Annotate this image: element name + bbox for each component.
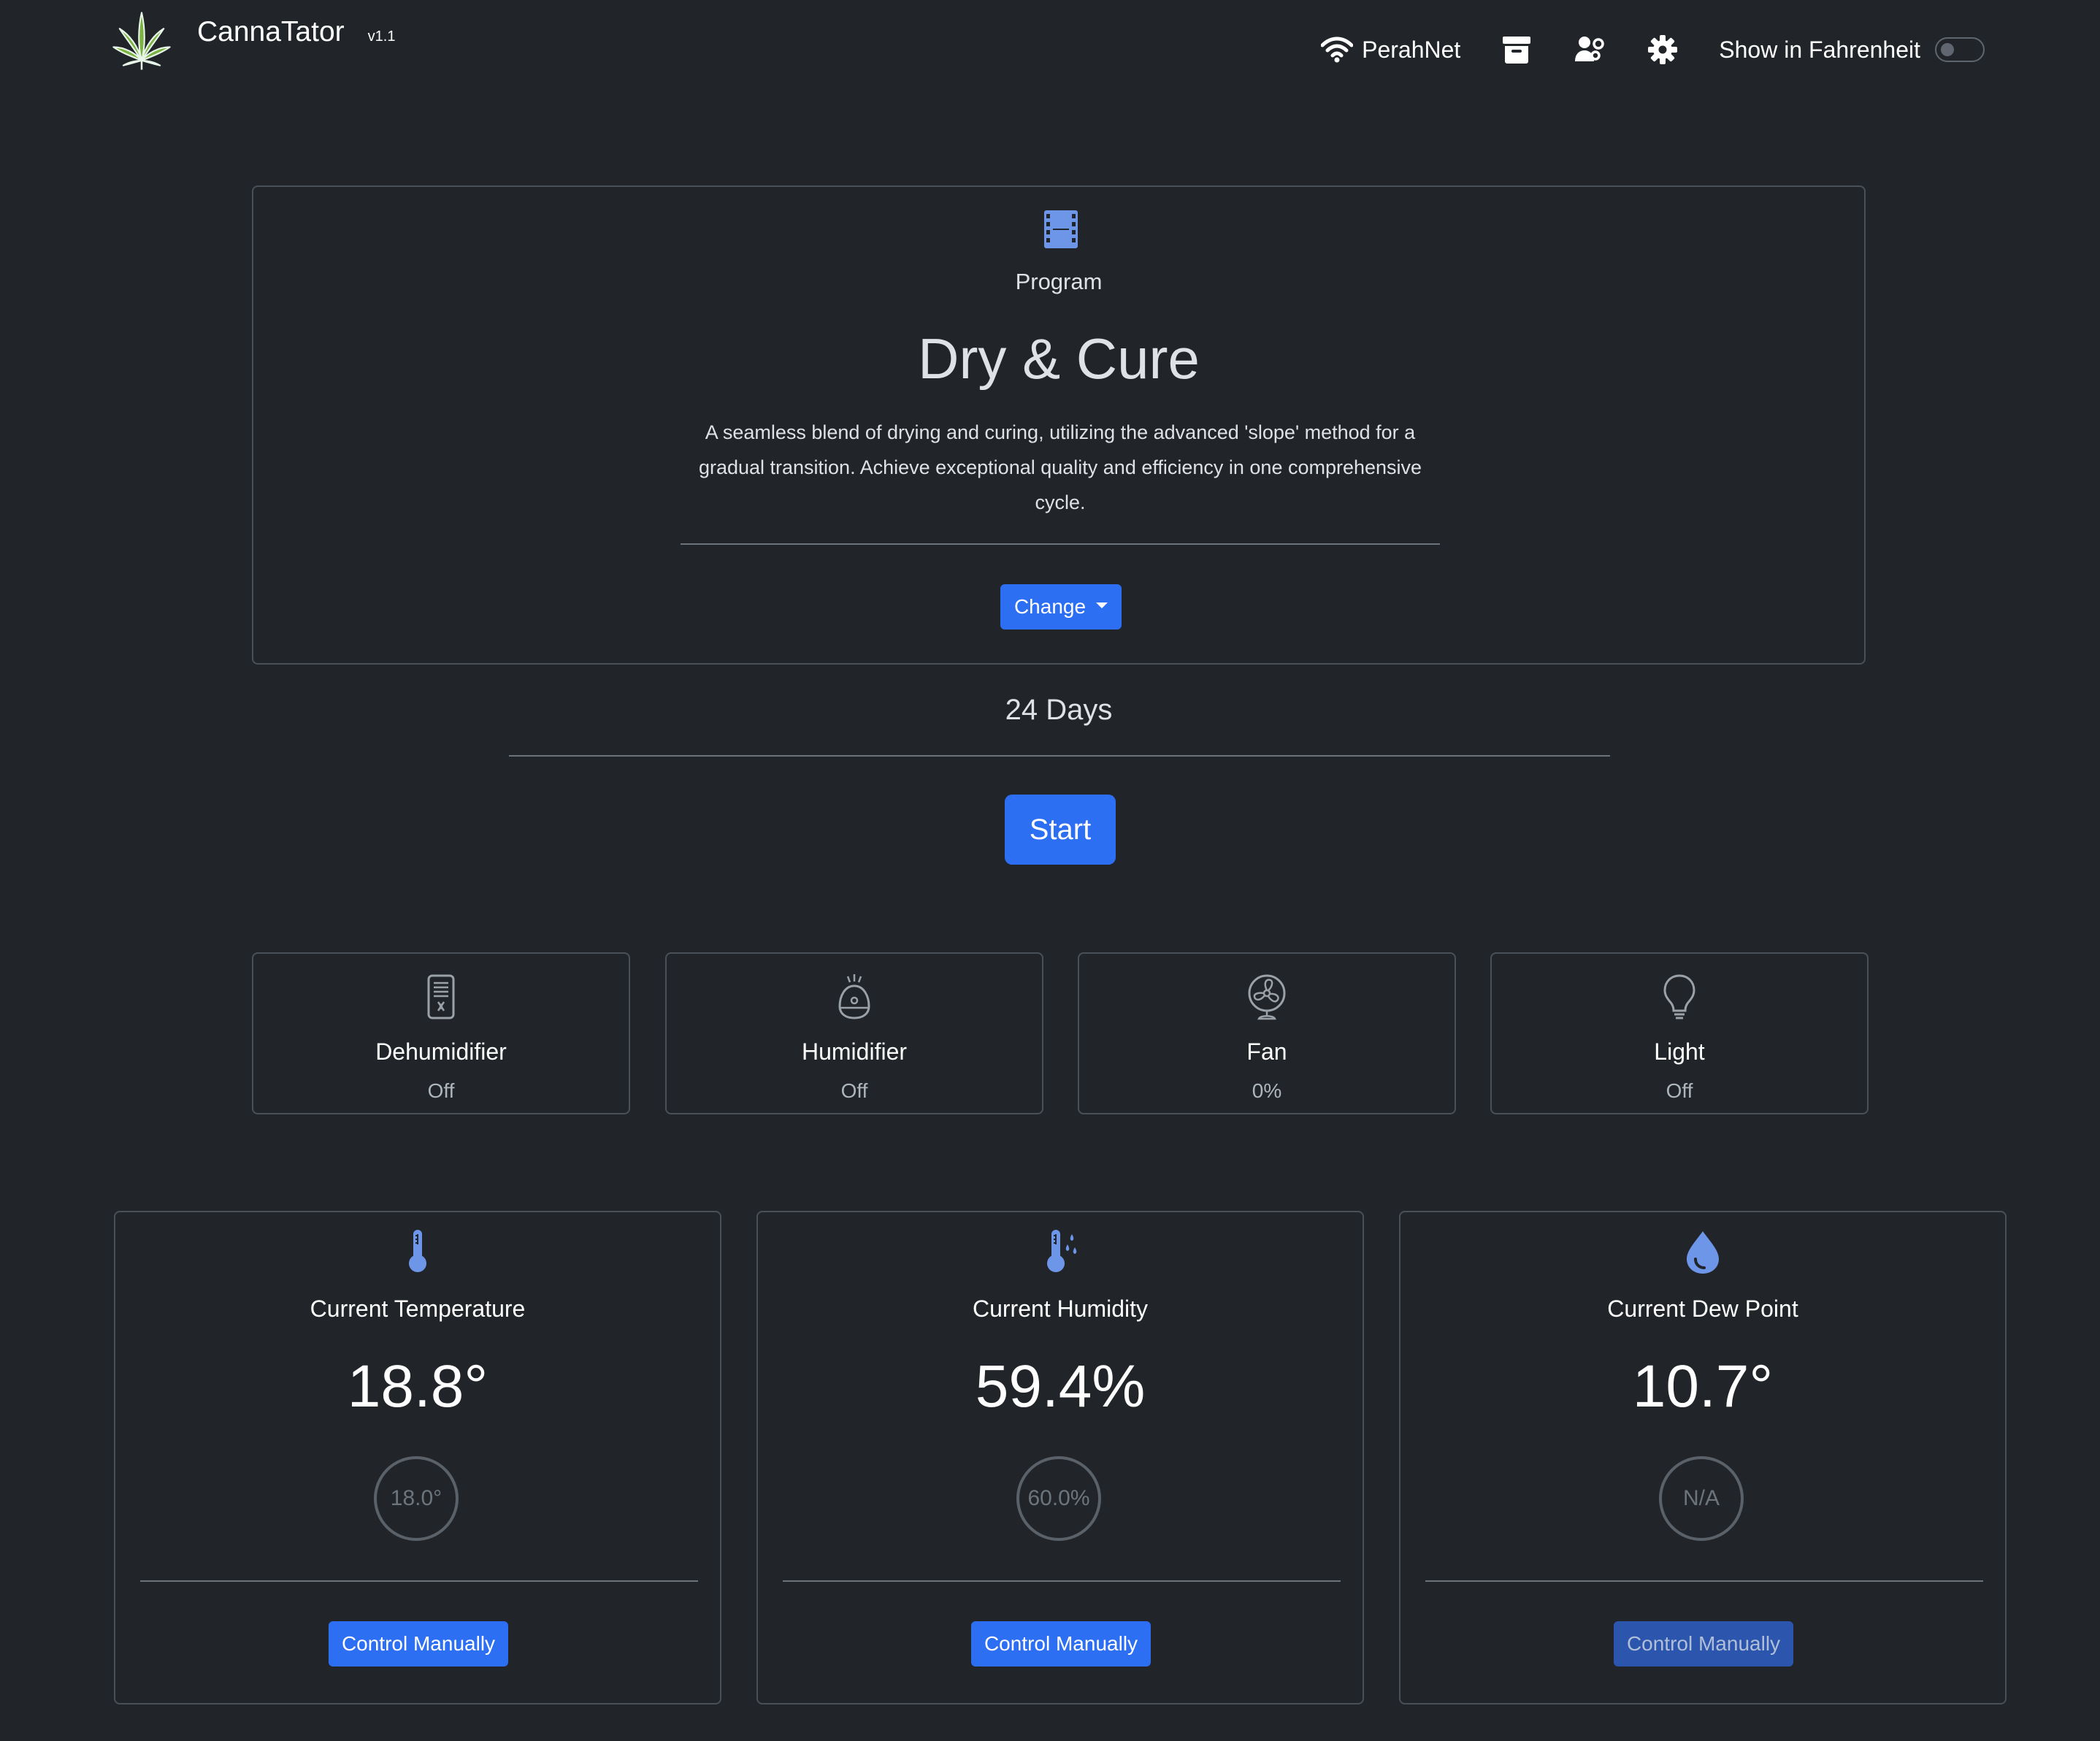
target-value: N/A xyxy=(1659,1456,1744,1541)
wifi-icon xyxy=(1321,37,1354,63)
program-card: Program Dry & Cure A seamless blend of d… xyxy=(252,185,1866,665)
device-name: Fan xyxy=(1246,1038,1287,1065)
droplet-icon xyxy=(1687,1231,1719,1274)
app-name: CannaTator xyxy=(197,16,345,47)
caret-down-icon xyxy=(1096,602,1108,608)
divider xyxy=(681,543,1440,545)
device-status: 0% xyxy=(1252,1079,1282,1102)
sensor-value: 59.4% xyxy=(975,1353,1146,1420)
humidifier-icon xyxy=(838,974,870,1019)
wifi-name: PerahNet xyxy=(1362,36,1461,63)
device-name: Light xyxy=(1654,1038,1705,1065)
dehumidifier-icon xyxy=(427,974,455,1019)
sensor-value: 18.8° xyxy=(347,1353,488,1420)
control-manually-button[interactable]: Control Manually xyxy=(971,1621,1151,1667)
sensor-card-humidity: Current Humidity 59.4% 60.0% Control Man… xyxy=(756,1211,1364,1704)
control-manually-button[interactable]: Control Manually xyxy=(329,1621,508,1667)
lightbulb-icon xyxy=(1663,974,1695,1019)
device-name: Humidifier xyxy=(801,1038,908,1065)
sensor-value: 10.7° xyxy=(1632,1353,1774,1420)
program-section-label: Program xyxy=(1015,269,1103,294)
device-card-fan: Fan 0% xyxy=(1078,952,1456,1114)
device-name: Dehumidifier xyxy=(375,1038,507,1065)
cannabis-leaf-logo-icon xyxy=(112,12,171,70)
gear-icon xyxy=(1648,35,1678,64)
archive-button[interactable] xyxy=(1500,33,1533,66)
navbar: CannaTator v1.1 PerahNet Show in Fahrenh… xyxy=(0,0,2100,95)
fahrenheit-label: Show in Fahrenheit xyxy=(1719,36,1920,63)
device-status: Off xyxy=(427,1079,455,1102)
control-manually-button[interactable]: Control Manually xyxy=(1614,1621,1793,1667)
change-button-label: Change xyxy=(1013,595,1087,618)
device-status: Off xyxy=(1666,1079,1693,1102)
program-description: A seamless blend of drying and curing, u… xyxy=(698,421,1422,513)
users-settings-button[interactable] xyxy=(1573,33,1606,66)
divider xyxy=(509,755,1610,757)
device-card-dehumidifier: Dehumidifier Off xyxy=(252,952,630,1114)
divider xyxy=(140,1580,698,1582)
archive-icon xyxy=(1503,37,1531,64)
user-gear-icon xyxy=(1575,37,1605,61)
device-card-humidifier: Humidifier Off xyxy=(665,952,1043,1114)
brand[interactable]: CannaTator v1.1 xyxy=(111,10,395,72)
target-value: 18.0° xyxy=(374,1456,459,1541)
fahrenheit-toggle[interactable] xyxy=(1935,37,1985,62)
sensor-label: Current Humidity xyxy=(972,1296,1149,1322)
program-title: Dry & Cure xyxy=(918,326,1200,391)
fan-icon xyxy=(1248,974,1286,1020)
device-card-light: Light Off xyxy=(1490,952,1869,1114)
target-value: 60.0% xyxy=(1016,1456,1101,1541)
wifi-status[interactable]: PerahNet xyxy=(1321,37,1460,64)
sensor-label: Current Dew Point xyxy=(1607,1296,1798,1322)
divider xyxy=(1425,1580,1983,1582)
settings-button[interactable] xyxy=(1646,33,1679,66)
divider xyxy=(783,1580,1341,1582)
program-duration: 24 Days xyxy=(1005,694,1113,726)
app-page: CannaTator v1.1 PerahNet Show in Fahrenh… xyxy=(0,0,2100,1741)
thermometer-icon xyxy=(409,1230,426,1272)
toggle-knob xyxy=(1941,43,1954,56)
sensor-card-temperature: Current Temperature 18.8° 18.0° Control … xyxy=(114,1211,721,1704)
humidity-thermometer-icon xyxy=(1047,1230,1077,1272)
change-program-button[interactable]: Change xyxy=(1000,584,1122,630)
device-status: Off xyxy=(840,1079,868,1102)
start-button[interactable]: Start xyxy=(1005,795,1116,865)
sensor-label: Current Temperature xyxy=(310,1296,526,1322)
nav-right: PerahNet Show in Fahrenheit xyxy=(1321,28,1985,72)
sensor-card-dew-point: Current Dew Point 10.7° N/A Control Manu… xyxy=(1399,1211,2007,1704)
film-icon xyxy=(1044,210,1078,248)
app-version: v1.1 xyxy=(367,28,396,45)
